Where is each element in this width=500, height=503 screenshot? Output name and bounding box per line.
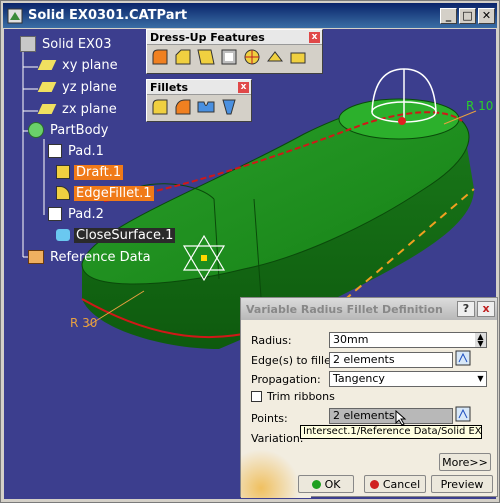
radius-label: Radius:: [251, 334, 292, 347]
draft-tool-icon[interactable]: [196, 47, 216, 67]
tooltip: Intersect.1/Reference Data/Solid EX03: [300, 425, 482, 439]
tree-label: xy plane: [62, 57, 118, 73]
title-bar[interactable]: Solid EX0301.CATPart _ □ ✕: [3, 3, 497, 28]
variable-fillet-icon[interactable]: [173, 97, 193, 117]
tree-label: Pad.2: [68, 206, 104, 222]
radius-input[interactable]: 30mm: [329, 332, 487, 348]
points-input[interactable]: 2 elements: [329, 408, 453, 424]
tree-node-edgefillet-1[interactable]: EdgeFillet.1: [56, 184, 154, 202]
ok-icon: [311, 479, 321, 489]
dressup-title: Dress-Up Features: [150, 30, 265, 44]
preview-button[interactable]: Preview: [431, 475, 493, 493]
ok-button[interactable]: OK: [298, 475, 354, 493]
reference-icon: [28, 250, 44, 264]
fillets-toolbar-title: Fillets x: [147, 80, 251, 95]
plane-icon: [37, 60, 57, 70]
chevron-down-icon[interactable]: ▼: [475, 372, 486, 386]
ok-label: OK: [324, 477, 341, 491]
radius-spinner-icon[interactable]: ▲ ▼: [475, 333, 486, 348]
fillets-close-icon[interactable]: x: [238, 81, 249, 93]
mouse-cursor-icon: [395, 410, 407, 426]
close-surface-icon: [56, 229, 70, 241]
tree-node-yz-plane[interactable]: yz plane: [37, 78, 119, 96]
tree-node-partbody[interactable]: PartBody: [28, 121, 110, 139]
dressup-icons: [147, 45, 322, 69]
tree-node-reference-data[interactable]: Reference Data: [28, 248, 153, 266]
fillet-icon: [56, 186, 70, 200]
tree-node-draft-1[interactable]: Draft.1: [56, 163, 124, 181]
dialog-title: Variable Radius Fillet Definition: [246, 302, 443, 316]
propagation-label: Propagation:: [251, 373, 321, 386]
shell-tool-icon[interactable]: [219, 47, 239, 67]
radius-row: Radius:: [251, 334, 292, 347]
dialog-titlebar[interactable]: Variable Radius Fillet Definition ? x: [241, 298, 497, 320]
pad-icon: [48, 207, 62, 221]
cancel-button[interactable]: Cancel: [364, 475, 426, 493]
tree-node-pad-2[interactable]: Pad.2: [48, 205, 106, 223]
edges-label: Edge(s) to fillet:: [251, 354, 339, 367]
tree-label: zx plane: [62, 101, 117, 117]
tree-node-pad-1[interactable]: Pad.1: [48, 142, 106, 160]
edge-selection-icon[interactable]: [455, 350, 471, 366]
dressup-toolbar: Dress-Up Features x: [146, 29, 323, 74]
tree-label: Reference Data: [50, 249, 151, 265]
dressup-toolbar-title: Dress-Up Features x: [147, 30, 322, 45]
trim-label: Trim ribbons: [267, 390, 335, 403]
minimize-button[interactable]: _: [440, 7, 457, 24]
tree-label: CloseSurface.1: [74, 227, 176, 243]
part-icon: [20, 36, 36, 52]
points-label: Points:: [251, 412, 288, 425]
tree-label: yz plane: [62, 79, 117, 95]
cancel-icon: [369, 479, 379, 489]
thread-tool-icon[interactable]: [265, 47, 285, 67]
remove-face-tool-icon[interactable]: [288, 47, 308, 67]
edges-input[interactable]: 2 elements: [329, 352, 453, 368]
catia-window: Solid EX0301.CATPart _ □ ✕ R 10 R 30 Sol…: [0, 0, 500, 503]
fillet-tool-icon[interactable]: [150, 47, 170, 67]
thickness-tool-icon[interactable]: [242, 47, 262, 67]
trim-checkbox[interactable]: [251, 391, 262, 402]
tree-label: PartBody: [50, 122, 109, 138]
tree-label: Draft.1: [74, 164, 124, 180]
radius-10-label: R 10: [466, 99, 494, 113]
edge-fillet-icon[interactable]: [150, 97, 170, 117]
maximize-button[interactable]: □: [459, 7, 476, 24]
tree-node-xy-plane[interactable]: xy plane: [37, 56, 120, 74]
tree-label: Pad.1: [68, 143, 104, 159]
tritangent-fillet-icon[interactable]: [219, 97, 239, 117]
variation-row: Variation:: [251, 432, 304, 445]
pad-icon: [48, 144, 62, 158]
tree-label: Solid EX03: [42, 36, 112, 52]
window-title: Solid EX0301.CATPart: [28, 8, 188, 23]
tree-node-part[interactable]: Solid EX03: [20, 35, 113, 53]
plane-icon: [37, 104, 57, 114]
draft-icon: [56, 165, 70, 179]
fillets-toolbar: Fillets x: [146, 79, 252, 122]
cancel-label: Cancel: [382, 477, 421, 491]
catpart-icon: [7, 8, 23, 23]
radius-30-label: R 30: [70, 316, 98, 330]
close-button[interactable]: ✕: [478, 7, 495, 24]
dressup-close-icon[interactable]: x: [309, 31, 320, 43]
tree-label: EdgeFillet.1: [74, 185, 154, 201]
more-button[interactable]: More>>: [439, 453, 491, 471]
help-button[interactable]: ?: [457, 301, 475, 317]
points-row: Points:: [251, 412, 288, 425]
variable-radius-fillet-dialog: Variable Radius Fillet Definition ? x Ra…: [240, 297, 498, 498]
fillets-title: Fillets: [150, 80, 189, 94]
trim-row: Trim ribbons: [251, 390, 335, 403]
tree-node-closesurface-1[interactable]: CloseSurface.1: [56, 226, 176, 244]
face-face-fillet-icon[interactable]: [196, 97, 216, 117]
propagation-row: Propagation:: [251, 373, 321, 386]
dialog-close-button[interactable]: x: [477, 301, 495, 317]
chamfer-tool-icon[interactable]: [173, 47, 193, 67]
edges-row: Edge(s) to fillet:: [251, 354, 339, 367]
fillets-icons: [147, 95, 251, 119]
propagation-select[interactable]: Tangency: [329, 371, 487, 387]
variation-label: Variation:: [251, 432, 304, 445]
point-selection-icon[interactable]: [455, 406, 471, 422]
plane-icon: [37, 82, 57, 92]
tree-node-zx-plane[interactable]: zx plane: [37, 100, 119, 118]
body-icon: [28, 122, 44, 138]
